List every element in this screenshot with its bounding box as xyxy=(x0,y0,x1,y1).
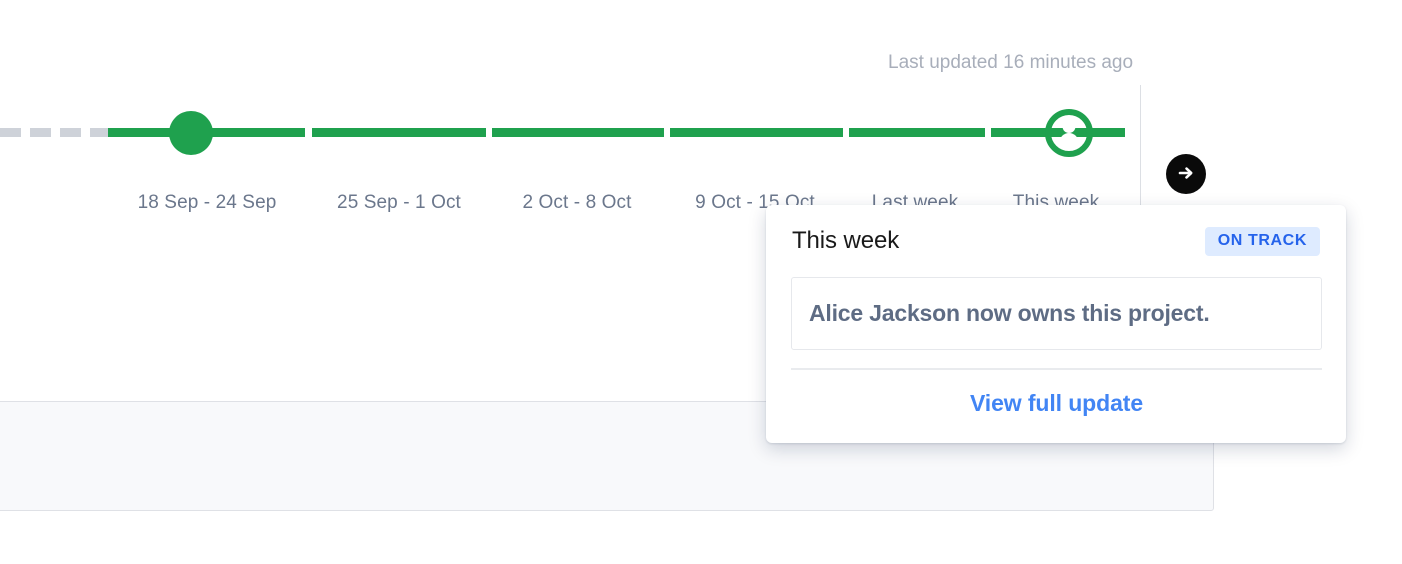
status-badge: ON TRACK xyxy=(1204,226,1320,256)
popup-header: This week ON TRACK xyxy=(792,223,1320,259)
timeline-segment[interactable] xyxy=(492,128,664,137)
person-avatar-icon[interactable] xyxy=(1045,109,1093,157)
update-text: Alice Jackson now owns this project. xyxy=(809,300,1210,326)
timeline-segment[interactable] xyxy=(849,128,985,137)
popup-divider xyxy=(791,368,1322,370)
project-status-timeline: 18 Sep - 24 Sep 25 Sep - 1 Oct 2 Oct - 8 O… xyxy=(0,0,1402,230)
weekly-update-popup: This week ON TRACK Alice Jackson now own… xyxy=(766,205,1346,443)
timeline-milestone-dot[interactable] xyxy=(169,111,213,155)
update-text-box: Alice Jackson now owns this project. xyxy=(791,277,1322,350)
popup-title: This week xyxy=(792,227,900,254)
timeline-inactive-track xyxy=(0,128,108,137)
timeline-segment[interactable] xyxy=(670,128,843,137)
next-week-button[interactable] xyxy=(1166,154,1206,194)
view-full-update-link[interactable]: View full update xyxy=(791,390,1322,417)
arrow-right-icon xyxy=(1175,162,1197,187)
last-updated-text: Last updated 16 minutes ago xyxy=(888,52,1134,73)
timeline-divider xyxy=(1140,85,1141,206)
timeline-segment[interactable] xyxy=(312,128,486,137)
